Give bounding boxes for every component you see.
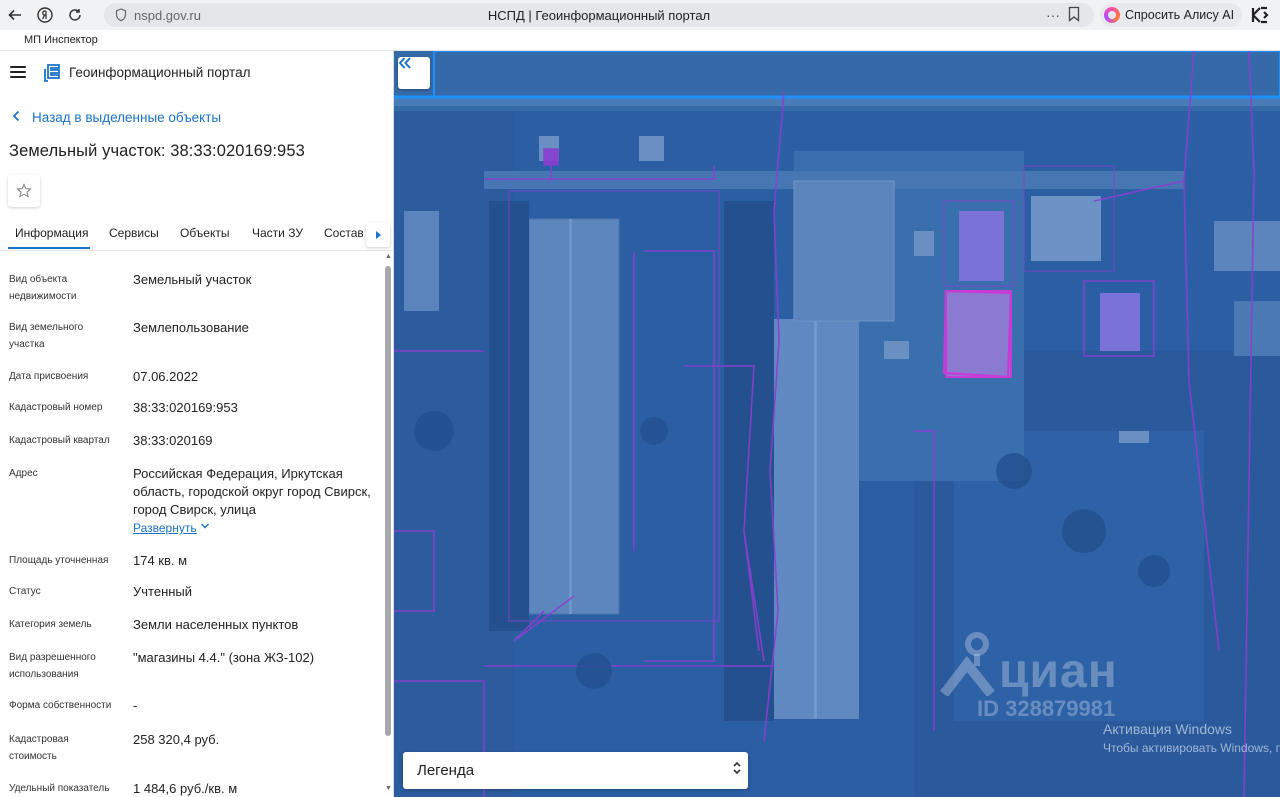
bookmark-icon[interactable] bbox=[1068, 6, 1084, 24]
app-header: Геоинформационный портал bbox=[0, 51, 393, 95]
legend-dropdown[interactable]: Легенда bbox=[403, 752, 748, 789]
watermark-name: циан bbox=[999, 645, 1118, 698]
info-key: Вид разрешенного использования bbox=[9, 652, 96, 680]
info-key: Адрес bbox=[9, 468, 38, 479]
info-key: Кадастровый квартал bbox=[9, 435, 110, 446]
extension-icon[interactable] bbox=[1250, 5, 1270, 25]
info-key: Площадь уточненная bbox=[9, 555, 109, 566]
scroll-up-arrow-icon[interactable]: ▲ bbox=[385, 253, 392, 260]
shield-icon bbox=[112, 6, 130, 24]
info-value: 1 484,6 руб./кв. м bbox=[133, 781, 238, 796]
satellite-map-layer[interactable] bbox=[394, 51, 1280, 797]
star-icon bbox=[16, 183, 32, 198]
info-value: Земли населенных пунктов bbox=[133, 617, 299, 632]
legend-label: Легенда bbox=[417, 762, 475, 779]
menu-icon[interactable] bbox=[10, 66, 26, 78]
panel-scrollbar[interactable]: ▲ ▼ bbox=[383, 251, 393, 797]
chevron-left-icon bbox=[12, 109, 20, 125]
info-value: Земельный участок bbox=[133, 272, 252, 287]
alice-icon bbox=[1104, 7, 1120, 23]
info-key: Вид земельного участка bbox=[9, 322, 84, 350]
info-key: Статус bbox=[9, 586, 41, 597]
yandex-home-button[interactable] bbox=[30, 0, 60, 30]
bookmarks-bar: МП Инспектор bbox=[0, 30, 1280, 51]
favorite-button[interactable] bbox=[8, 175, 40, 207]
browser-back-button[interactable] bbox=[0, 0, 30, 30]
info-key: Кадастровый номер bbox=[9, 402, 103, 413]
info-value: 174 кв. м bbox=[133, 553, 188, 568]
bookmark-mp-inspector[interactable]: МП Инспектор bbox=[24, 34, 98, 46]
info-key: Категория земель bbox=[9, 619, 92, 630]
info-value: 07.06.2022 bbox=[133, 369, 199, 384]
portal-logo-icon bbox=[44, 63, 62, 83]
cian-logo-icon bbox=[940, 632, 995, 696]
more-options-button[interactable]: ··· bbox=[1046, 7, 1060, 23]
object-title: Земельный участок: 38:33:020169:953 bbox=[9, 142, 305, 160]
tab-services[interactable]: Сервисы bbox=[109, 226, 159, 240]
watermark-id: ID 328879981 bbox=[977, 696, 1116, 721]
os-activation-title: Активация Windows bbox=[1103, 721, 1233, 737]
active-tab-indicator bbox=[8, 247, 90, 249]
info-value: Землепользование bbox=[133, 320, 249, 335]
info-key: Форма собственности bbox=[9, 700, 112, 711]
info-value[interactable]: 38:33:020169 bbox=[133, 432, 373, 450]
arrow-left-icon bbox=[8, 9, 21, 21]
caret-right-icon bbox=[376, 231, 381, 239]
object-info-panel: Геоинформационный портал Назад в выделен… bbox=[0, 51, 394, 797]
info-value: - bbox=[133, 698, 138, 713]
browser-toolbar: nspd.gov.ru НСПД | Геоинформационный пор… bbox=[0, 0, 1280, 30]
app-name: Геоинформационный портал bbox=[69, 65, 251, 80]
back-link-label: Назад в выделенные объекты bbox=[32, 109, 222, 125]
browser-reload-button[interactable] bbox=[60, 0, 90, 30]
tab-parcel-parts[interactable]: Части ЗУ bbox=[252, 226, 303, 240]
expand-address-link[interactable]: Развернуть bbox=[133, 521, 197, 535]
tabs-scroll-right-button[interactable] bbox=[366, 223, 390, 247]
collapse-panel-button[interactable] bbox=[398, 57, 430, 89]
info-value: 258 320,4 руб. bbox=[133, 732, 220, 747]
info-value[interactable]: 38:33:020169:953 bbox=[133, 399, 373, 417]
tab-information[interactable]: Информация bbox=[15, 226, 88, 240]
info-value: "магазины 4.4." (зона ЖЗ-102) bbox=[133, 650, 315, 665]
map-view[interactable]: циан ID 328879981 Активация Windows Чтоб… bbox=[394, 51, 1280, 797]
ask-alice-button[interactable]: Спросить Алису AI bbox=[1100, 3, 1243, 27]
info-tabs: Информация Сервисы Объекты Части ЗУ Сост… bbox=[0, 219, 393, 251]
tab-composition[interactable]: Состав bbox=[324, 226, 364, 240]
yandex-logo-icon bbox=[37, 7, 53, 23]
back-to-selected-link[interactable]: Назад в выделенные объекты bbox=[12, 109, 221, 125]
info-key: Кадастровая стоимость bbox=[9, 734, 69, 762]
scroll-thumb[interactable] bbox=[385, 266, 391, 736]
os-activation-text: Чтобы активировать Windows, п bbox=[1103, 741, 1280, 755]
double-chevron-left-icon bbox=[398, 57, 411, 69]
info-key: Вид объекта недвижимости bbox=[9, 274, 77, 302]
address-value: Российская Федерация, Иркутская область,… bbox=[133, 466, 371, 517]
info-key: Удельный показатель bbox=[9, 783, 110, 794]
tab-objects[interactable]: Объекты bbox=[180, 226, 230, 240]
tab-title: НСПД | Геоинформационный портал bbox=[487, 7, 711, 23]
info-key: Дата присвоения bbox=[9, 371, 89, 382]
info-value: Учтенный bbox=[133, 584, 193, 599]
alice-label: Спросить Алису AI bbox=[1125, 8, 1235, 22]
address-bar[interactable]: nspd.gov.ru НСПД | Геоинформационный пор… bbox=[104, 3, 1094, 27]
url-text: nspd.gov.ru bbox=[134, 7, 201, 23]
chevron-down-icon[interactable] bbox=[200, 521, 210, 533]
scroll-down-arrow-icon[interactable]: ▼ bbox=[385, 785, 392, 792]
reload-icon bbox=[69, 9, 81, 21]
